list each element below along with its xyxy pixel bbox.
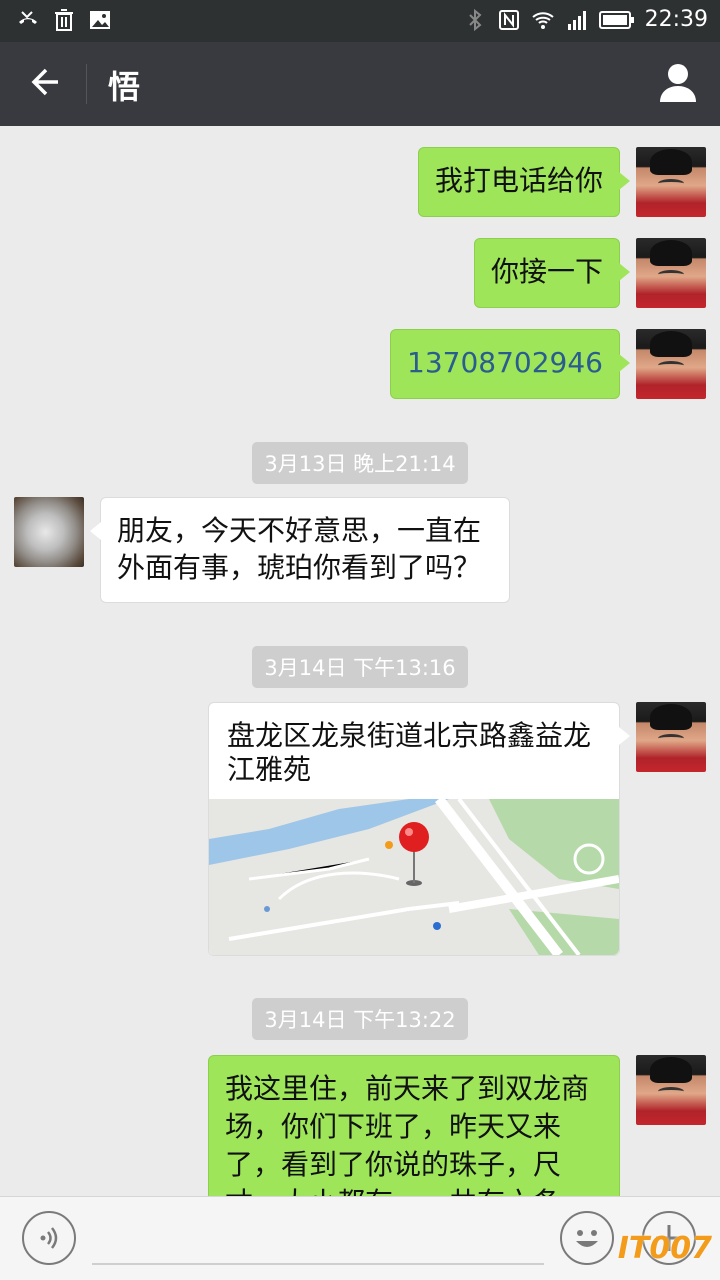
timestamp-label: 3月13日 晚上21:14 [252, 442, 468, 484]
nfc-icon [498, 9, 519, 30]
signal-icon [567, 10, 586, 30]
header-divider [86, 64, 87, 104]
timestamp-label: 3月14日 下午13:16 [252, 646, 468, 688]
message-list[interactable]: 我打电话给你 你接一下 13708702946 3月13日 晚上21:14 朋友… [0, 126, 720, 1196]
message-text-line: 寸、大小都有……共有六条 [225, 1184, 603, 1196]
chat-title: 悟 [108, 68, 141, 106]
message-text-line: 朋友，今天不好意思，一直在 [117, 514, 482, 547]
message-text-line: 场，你们下班了，昨天又来 [225, 1110, 562, 1143]
contact-avatar[interactable] [14, 497, 84, 567]
emoji-button[interactable] [560, 1211, 614, 1265]
chat-header: 悟 [0, 42, 720, 126]
status-bar: 22:39 [0, 0, 720, 42]
message-text-line: 了，看到了你说的珠子，尺 [225, 1148, 562, 1181]
message-bubble-sent[interactable]: 13708702946 [390, 329, 630, 399]
message-bubble-sent[interactable]: 我打电话给你 [417, 147, 631, 217]
image-icon [90, 11, 110, 29]
bluetooth-icon [468, 8, 482, 31]
timestamp: 3月14日 下午13:16 [0, 646, 720, 688]
message-bubble-sent[interactable]: 你接一下 [473, 238, 631, 308]
input-bar: IT007 [0, 1196, 720, 1280]
phone-number-link[interactable]: 13708702946 [407, 346, 603, 379]
my-avatar[interactable] [636, 1055, 706, 1125]
missed-call-icon [19, 11, 37, 24]
my-avatar[interactable] [636, 702, 706, 772]
back-arrow-icon[interactable] [24, 62, 64, 102]
timestamp: 3月13日 晚上21:14 [0, 442, 720, 484]
message-text-line: 外面有事，琥珀你看到了吗？ [117, 551, 482, 584]
location-address-line: 盘龙区龙泉街道北京路鑫益龙 [227, 719, 592, 752]
message-text-line: 我这里住，前天来了到双龙商 [225, 1072, 590, 1105]
map-thumbnail[interactable] [209, 799, 619, 955]
my-avatar[interactable] [636, 238, 706, 308]
location-address-line: 江雅苑 [227, 753, 312, 786]
person-icon[interactable] [658, 62, 698, 104]
timestamp: 3月14日 下午13:22 [0, 998, 720, 1040]
message-bubble-sent[interactable]: 我这里住，前天来了到双龙商 场，你们下班了，昨天又来 了，看到了你说的珠子，尺 … [208, 1055, 620, 1196]
watermark-logo: IT007 [617, 1231, 712, 1266]
message-input[interactable] [92, 1263, 544, 1265]
status-time: 22:39 [644, 7, 708, 32]
wifi-icon [531, 11, 554, 29]
my-avatar[interactable] [636, 329, 706, 399]
voice-icon [40, 1227, 58, 1249]
message-bubble-received[interactable]: 朋友，今天不好意思，一直在 外面有事，琥珀你看到了吗？ [90, 497, 510, 603]
timestamp-label: 3月14日 下午13:22 [252, 998, 468, 1040]
message-text: 我打电话给你 [434, 164, 603, 197]
my-avatar[interactable] [636, 147, 706, 217]
smiley-icon [576, 1230, 598, 1247]
battery-icon [598, 10, 634, 29]
location-message[interactable]: 盘龙区龙泉街道北京路鑫益龙 江雅苑 [208, 702, 630, 956]
trash-icon [55, 9, 73, 31]
location-address: 盘龙区龙泉街道北京路鑫益龙 江雅苑 [227, 719, 607, 787]
voice-button[interactable] [22, 1211, 76, 1265]
message-text: 你接一下 [490, 255, 603, 288]
